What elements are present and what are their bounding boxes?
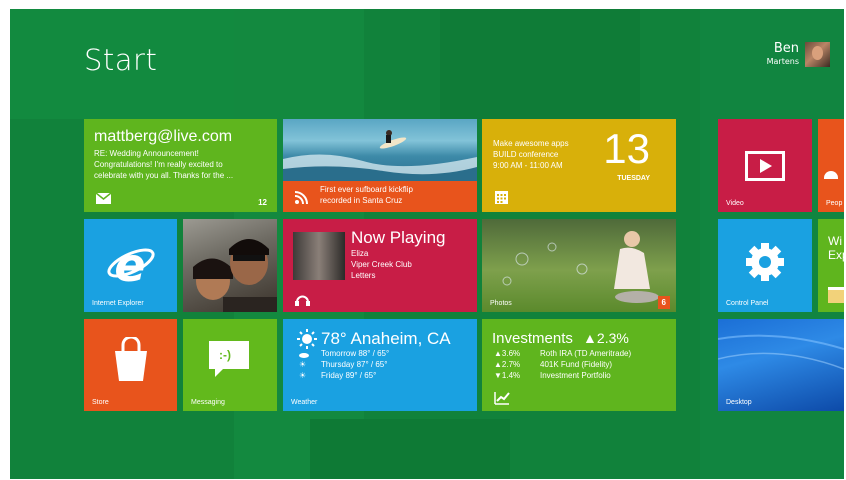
- background-panel: [310, 419, 510, 479]
- mail-tile[interactable]: mattberg@live.com RE: Wedding Announceme…: [84, 119, 277, 212]
- news-caption-line: recorded in Santa Cruz: [320, 196, 403, 205]
- forecast-row: Friday 89° / 65°: [321, 371, 377, 380]
- investment-pct: ▲2.7%: [494, 360, 521, 369]
- sun-small-icon: ☀: [299, 371, 307, 380]
- cloud-icon: [299, 353, 309, 358]
- sun-icon: [297, 329, 317, 349]
- now-playing-title: Now Playing: [351, 228, 446, 247]
- internet-explorer-tile[interactable]: e Internet Explorer: [84, 219, 177, 312]
- messaging-emoticon: :-): [219, 348, 231, 362]
- gear-icon: [746, 243, 784, 281]
- avatar[interactable]: [805, 42, 830, 67]
- tile-label: Photos: [490, 300, 512, 307]
- weather-tile[interactable]: 78° Anaheim, CA Tomorrow 88° / 65° ☀ Thu…: [283, 319, 477, 411]
- tile-label: Store: [92, 399, 109, 406]
- tile-label: Desktop: [726, 399, 752, 406]
- headphones-icon: [295, 295, 310, 306]
- calendar-icon: [495, 191, 508, 204]
- background-panel: [440, 9, 640, 119]
- investment-pct: ▲3.6%: [494, 349, 521, 358]
- messaging-tile[interactable]: :-) Messaging: [183, 319, 277, 411]
- news-tile[interactable]: First ever sufboard kickflip recorded in…: [283, 119, 477, 212]
- investment-name: 401K Fund (Fidelity): [540, 360, 613, 369]
- video-tile[interactable]: Video: [718, 119, 812, 212]
- album-art: [293, 232, 345, 280]
- investment-name: Investment Portfolio: [540, 371, 611, 380]
- calendar-event-time: 9:00 AM - 11:00 AM: [493, 161, 563, 170]
- play-icon: [745, 151, 785, 181]
- rss-icon: [295, 191, 308, 204]
- windows-explorer-tile[interactable]: Wi Exp: [818, 219, 844, 312]
- photos-tile[interactable]: Photos 6: [482, 219, 676, 312]
- music-artist: Eliza: [351, 249, 369, 258]
- tile-label: Control Panel: [726, 300, 769, 307]
- desktop-tile[interactable]: Desktop: [718, 319, 844, 411]
- tile-label: Weather: [291, 399, 318, 406]
- calendar-day: 13: [603, 125, 650, 172]
- investments-title-text: Investments: [492, 330, 573, 347]
- forecast-row: Thursday 87° / 65°: [321, 360, 388, 369]
- control-panel-tile[interactable]: Control Panel: [718, 219, 812, 312]
- investment-pct: ▼1.4%: [494, 371, 521, 380]
- user-first-name: Ben: [773, 41, 799, 56]
- investment-name: Roth IRA (TD Ameritrade): [540, 349, 632, 358]
- surfer-photo: [283, 119, 477, 181]
- mail-preview-line: celebrate with you all. Thanks for the .…: [94, 171, 234, 180]
- music-album: Viper Creek Club: [351, 260, 412, 269]
- tile-label: Video: [726, 200, 744, 207]
- mail-address: mattberg@live.com: [94, 128, 233, 145]
- user-last-name: Martens: [766, 57, 799, 66]
- photo-preview: [502, 231, 659, 303]
- internet-explorer-icon: e: [107, 241, 155, 287]
- news-caption-line: First ever sufboard kickflip: [320, 185, 413, 194]
- investments-title: Investments ▲2.3%: [492, 330, 629, 347]
- music-tile[interactable]: Now Playing Eliza Viper Creek Club Lette…: [283, 219, 477, 312]
- user-account[interactable]: Ben Martens: [767, 42, 830, 67]
- shopping-bag-icon: [115, 337, 147, 381]
- calendar-weekday: TUESDAY: [617, 175, 650, 182]
- investments-change: ▲2.3%: [583, 330, 629, 346]
- explorer-label-line: Wi: [828, 234, 842, 248]
- folder-icon: [828, 287, 844, 303]
- sun-small-icon: ☀: [299, 360, 307, 369]
- mail-unread-count: 12: [258, 198, 267, 207]
- trend-chart-icon: [494, 392, 510, 405]
- start-screen: Start Ben Martens mattberg@live.com RE: …: [10, 9, 844, 479]
- investments-tile[interactable]: Investments ▲2.3% ▲3.6% Roth IRA (TD Ame…: [482, 319, 676, 411]
- person-icon: [824, 171, 838, 179]
- calendar-event-title: Make awesome apps: [493, 139, 569, 148]
- mail-preview-line: Congratulations! I'm really excited to: [94, 160, 223, 169]
- store-tile[interactable]: Store: [84, 319, 177, 411]
- tile-label: Peop: [826, 200, 843, 207]
- tile-label: Messaging: [191, 399, 225, 406]
- explorer-label-line: Exp: [828, 248, 844, 262]
- tile-label: Internet Explorer: [92, 300, 144, 307]
- start-title: Start: [84, 43, 158, 77]
- svg-text:e: e: [114, 241, 145, 287]
- mail-subject: RE: Wedding Announcement!: [94, 149, 199, 158]
- calendar-event-location: BUILD conference: [493, 150, 559, 159]
- people-tile[interactable]: Peop: [818, 119, 844, 212]
- desktop-wallpaper: [718, 334, 844, 370]
- music-song: Letters: [351, 271, 376, 280]
- people-photo-tile[interactable]: [183, 219, 277, 312]
- weather-current: 78° Anaheim, CA: [321, 329, 451, 348]
- envelope-icon: [96, 193, 111, 204]
- people-photo: [193, 239, 277, 312]
- forecast-row: Tomorrow 88° / 65°: [321, 349, 390, 358]
- photos-count-badge: 6: [657, 296, 670, 309]
- calendar-tile[interactable]: Make awesome apps BUILD conference 9:00 …: [482, 119, 676, 212]
